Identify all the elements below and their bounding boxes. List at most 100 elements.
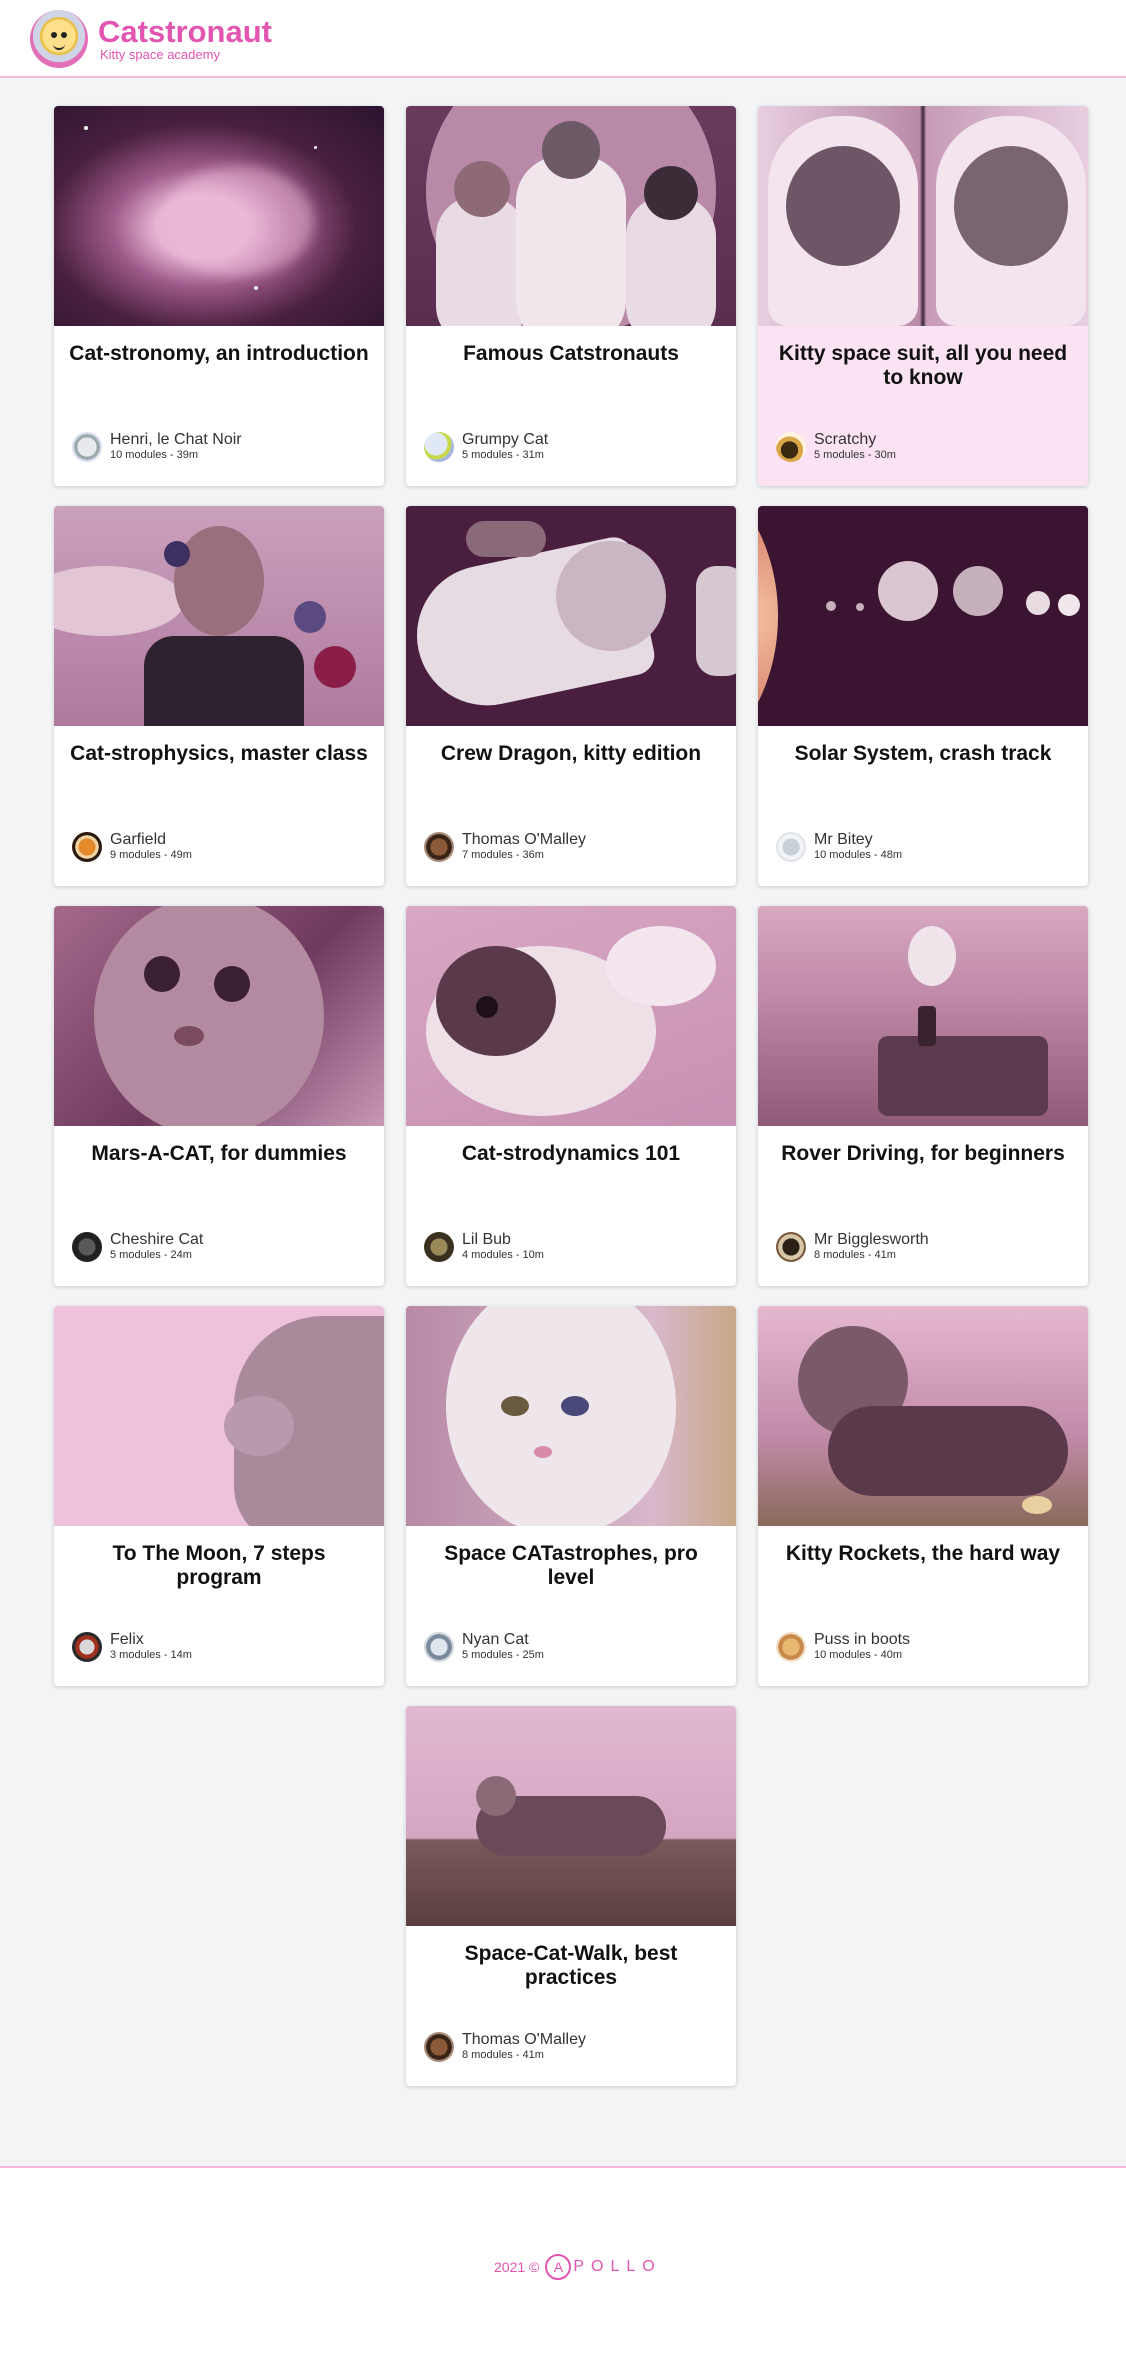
track-title: Mars-A-CAT, for dummies <box>91 1142 347 1165</box>
track-title: Rover Driving, for beginners <box>781 1142 1065 1165</box>
author-name: Garfield <box>110 831 167 848</box>
apollo-logo-icon: A <box>545 2254 572 2280</box>
footer-copyright: 2021 © <box>494 2259 540 2275</box>
track-author: Felix 3 modules - 14m <box>72 1631 192 1662</box>
track-card[interactable]: Space CATastrophes, pro level Nyan Cat 5… <box>406 1306 736 1686</box>
author-avatar <box>72 1231 102 1262</box>
author-avatar <box>424 1631 454 1662</box>
track-thumbnail <box>406 506 736 726</box>
track-title: Kitty Rockets, the hard way <box>785 1542 1061 1565</box>
author-avatar <box>424 831 454 862</box>
track-thumbnail <box>758 1306 1088 1526</box>
author-name: Mr Bigglesworth <box>814 1231 929 1248</box>
track-thumbnail <box>406 1306 736 1526</box>
track-modules-duration: 10 modules - 40m <box>814 1649 903 1661</box>
track-title: Crew Dragon, kitty edition <box>440 742 702 765</box>
track-author: Lil Bub 4 modules - 10m <box>424 1231 544 1262</box>
catstronaut-logo-icon <box>30 10 88 68</box>
track-thumbnail <box>54 1306 384 1526</box>
track-modules-duration: 5 modules - 31m <box>462 449 544 461</box>
track-card[interactable]: Rover Driving, for beginners Mr Bigglesw… <box>758 906 1088 1286</box>
track-title: Kitty space suit, all you need to know <box>778 342 1068 389</box>
author-name: Puss in boots <box>814 1631 911 1648</box>
track-modules-duration: 7 modules - 36m <box>462 849 544 861</box>
track-thumbnail <box>406 106 736 326</box>
track-thumbnail <box>54 506 384 726</box>
track-modules-duration: 10 modules - 39m <box>110 449 199 461</box>
track-thumbnail <box>406 906 736 1126</box>
brand-subtitle: Kitty space academy <box>100 47 220 62</box>
track-modules-duration: 10 modules - 48m <box>814 849 903 861</box>
track-card[interactable]: Mars-A-CAT, for dummies Cheshire Cat 5 m… <box>54 906 384 1286</box>
track-title: Cat-strodynamics 101 <box>461 1142 681 1165</box>
track-author: Puss in boots 10 modules - 40m <box>776 1631 910 1662</box>
author-name: Lil Bub <box>462 1231 511 1248</box>
author-name: Felix <box>110 1631 144 1648</box>
track-author: Thomas O'Malley 8 modules - 41m <box>424 2031 586 2062</box>
author-avatar <box>72 831 102 862</box>
track-modules-duration: 9 modules - 49m <box>110 849 192 861</box>
track-author: Henri, le Chat Noir 10 modules - 39m <box>72 431 242 462</box>
apollo-logo-link[interactable]: A POLLO <box>545 2254 661 2280</box>
track-thumbnail <box>54 106 384 326</box>
author-name: Cheshire Cat <box>110 1231 204 1248</box>
author-name: Henri, le Chat Noir <box>110 431 242 448</box>
brand-title: Catstronaut <box>98 14 272 49</box>
track-title: Cat-strophysics, master class <box>70 742 368 765</box>
track-card[interactable]: Space-Cat-Walk, best practices Thomas O'… <box>406 1706 736 2086</box>
track-card[interactable]: Cat-strodynamics 101 Lil Bub 4 modules -… <box>406 906 736 1286</box>
track-author: Mr Bitey 10 modules - 48m <box>776 831 902 862</box>
author-avatar <box>72 1631 102 1662</box>
track-title: Space-Cat-Walk, best practices <box>464 1942 678 1989</box>
track-thumbnail <box>758 106 1088 326</box>
track-modules-duration: 8 modules - 41m <box>814 1249 896 1261</box>
track-card[interactable]: Cat-strophysics, master class Garfield 9… <box>54 506 384 886</box>
author-name: Mr Bitey <box>814 831 873 848</box>
app-footer: 2021 © A POLLO <box>0 2168 1126 2366</box>
track-title: Solar System, crash track <box>794 742 1052 765</box>
author-name: Nyan Cat <box>462 1631 529 1648</box>
track-modules-duration: 5 modules - 30m <box>814 449 896 461</box>
track-author: Grumpy Cat 5 modules - 31m <box>424 431 548 462</box>
track-card[interactable]: Famous Catstronauts Grumpy Cat 5 modules… <box>406 106 736 486</box>
track-modules-duration: 5 modules - 24m <box>110 1249 192 1261</box>
author-avatar <box>776 831 806 862</box>
author-avatar <box>424 431 454 462</box>
track-modules-duration: 5 modules - 25m <box>462 1649 544 1661</box>
author-avatar <box>776 1631 806 1662</box>
app-header: Catstronaut Kitty space academy <box>0 0 1126 78</box>
track-author: Nyan Cat 5 modules - 25m <box>424 1631 544 1662</box>
track-thumbnail <box>758 906 1088 1126</box>
track-author: Mr Bigglesworth 8 modules - 41m <box>776 1231 929 1262</box>
track-author: Garfield 9 modules - 49m <box>72 831 192 862</box>
track-title: Space CATastrophes, pro level <box>444 1542 698 1589</box>
track-title: Cat-stronomy, an introduction <box>69 342 369 365</box>
track-modules-duration: 3 modules - 14m <box>110 1649 192 1661</box>
home-logo-link[interactable]: Catstronaut Kitty space academy <box>30 10 272 68</box>
track-card[interactable]: Cat-stronomy, an introduction Henri, le … <box>54 106 384 486</box>
track-title: To The Moon, 7 steps program <box>112 1542 326 1589</box>
author-name: Scratchy <box>814 431 877 448</box>
author-avatar <box>776 431 806 462</box>
track-author: Scratchy 5 modules - 30m <box>776 431 896 462</box>
author-name: Thomas O'Malley <box>462 2031 586 2048</box>
author-avatar <box>72 431 102 462</box>
track-thumbnail <box>54 906 384 1126</box>
track-card[interactable]: Kitty space suit, all you need to know S… <box>758 106 1088 486</box>
track-author: Thomas O'Malley 7 modules - 36m <box>424 831 586 862</box>
track-author: Cheshire Cat 5 modules - 24m <box>72 1231 203 1262</box>
track-modules-duration: 8 modules - 41m <box>462 2049 544 2061</box>
track-card[interactable]: Kitty Rockets, the hard way Puss in boot… <box>758 1306 1088 1686</box>
author-name: Grumpy Cat <box>462 431 549 448</box>
track-title: Famous Catstronauts <box>463 342 679 365</box>
author-avatar <box>424 1231 454 1262</box>
track-card[interactable]: Crew Dragon, kitty edition Thomas O'Mall… <box>406 506 736 886</box>
track-thumbnail <box>758 506 1088 726</box>
track-modules-duration: 4 modules - 10m <box>462 1249 544 1261</box>
track-card[interactable]: To The Moon, 7 steps program Felix 3 mod… <box>54 1306 384 1686</box>
author-avatar <box>424 2031 454 2062</box>
author-avatar <box>776 1231 806 1262</box>
track-thumbnail <box>406 1706 736 1926</box>
apollo-logo-text: POLLO <box>573 2258 662 2275</box>
track-card[interactable]: Solar System, crash track Mr Bitey 10 mo… <box>758 506 1088 886</box>
